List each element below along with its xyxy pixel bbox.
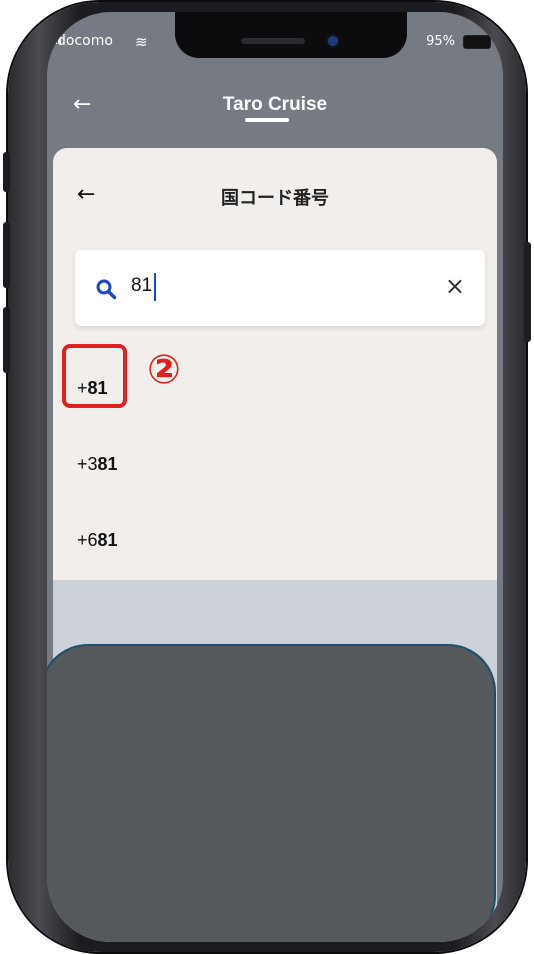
step-number-badge: ② bbox=[147, 347, 181, 393]
result-item[interactable]: +381 bbox=[77, 454, 118, 475]
notch bbox=[175, 12, 407, 58]
phone-frame: docomo ≋ 95% ← Taro Cruise ← 国コード番号 81 ×… bbox=[3, 2, 531, 952]
result-prefix: +6 bbox=[77, 530, 98, 550]
sheet-grabber-handle[interactable] bbox=[245, 118, 289, 122]
result-item[interactable]: +681 bbox=[77, 530, 118, 551]
search-field[interactable]: 81 × bbox=[75, 250, 485, 326]
search-input[interactable]: 81 bbox=[131, 275, 152, 297]
volume-up-button bbox=[3, 222, 10, 288]
keyboard-placeholder bbox=[47, 644, 496, 942]
carrier-name: docomo bbox=[57, 33, 113, 49]
result-prefix: +3 bbox=[77, 454, 98, 474]
wifi-icon: ≋ bbox=[135, 33, 148, 51]
text-cursor bbox=[154, 273, 156, 301]
speaker-grille bbox=[241, 38, 305, 44]
country-code-sheet: ← 国コード番号 81 × +81 +381 +681 ② bbox=[53, 148, 497, 580]
result-match: 81 bbox=[97, 530, 118, 550]
app-title: Taro Cruise bbox=[222, 94, 328, 115]
battery-icon bbox=[463, 35, 491, 49]
app-header: ← Taro Cruise bbox=[47, 82, 503, 132]
result-match: 81 bbox=[97, 454, 118, 474]
search-icon bbox=[96, 279, 117, 300]
front-camera bbox=[328, 36, 338, 46]
battery-percentage: 95% bbox=[426, 34, 455, 49]
clear-search-icon[interactable]: × bbox=[445, 272, 465, 300]
sheet-title: 国コード番号 bbox=[221, 188, 329, 209]
power-button bbox=[524, 242, 531, 342]
mute-switch bbox=[3, 152, 10, 192]
screen: docomo ≋ 95% ← Taro Cruise ← 国コード番号 81 ×… bbox=[47, 12, 503, 942]
highlight-box bbox=[62, 344, 127, 408]
volume-down-button bbox=[3, 307, 10, 373]
